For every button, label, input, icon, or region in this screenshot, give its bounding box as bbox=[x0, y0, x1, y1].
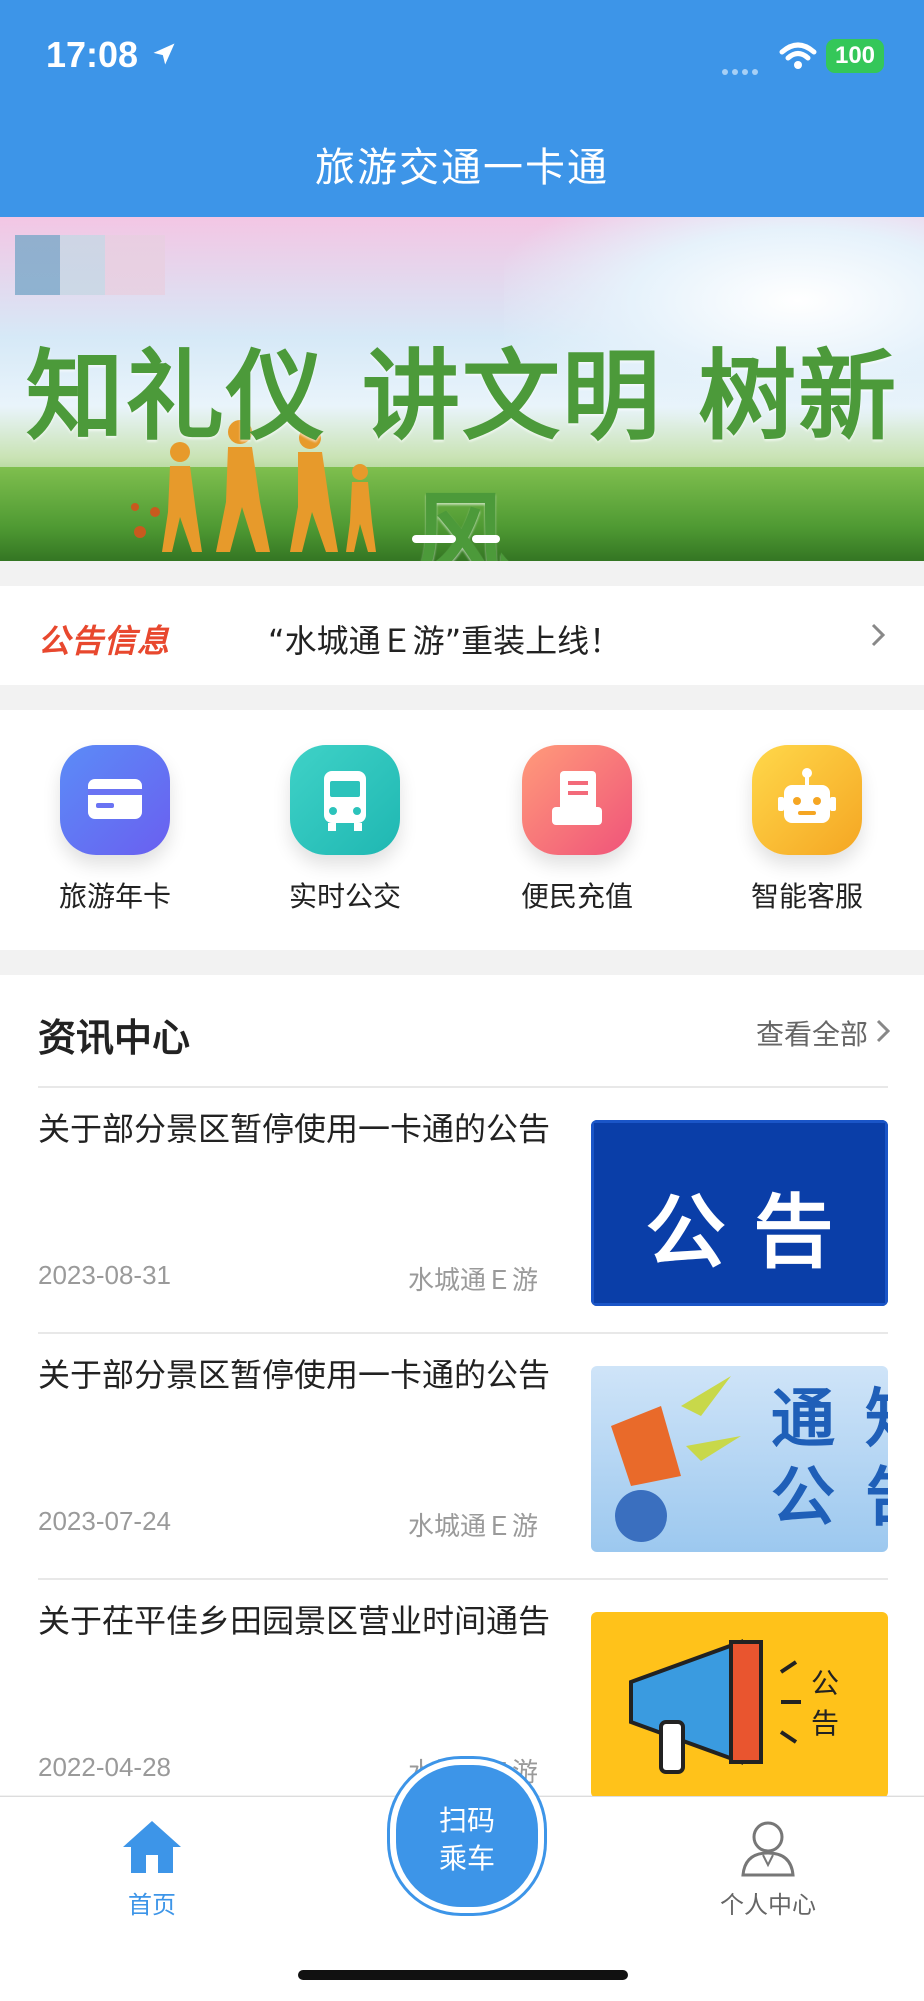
news-item-date: 2022-04-28 bbox=[38, 1752, 171, 1782]
quick-action-label: 便民充值 bbox=[520, 880, 633, 913]
quick-actions: 旅游年卡 实时公交 便民充值 智能客服 bbox=[0, 710, 924, 950]
banner-dot-active[interactable] bbox=[412, 535, 456, 543]
tab-home[interactable]: 首页 bbox=[72, 1817, 232, 1920]
news-item-thumbnail: 公 告 bbox=[591, 1612, 888, 1798]
scan-button-label-2: 乘车 bbox=[438, 1842, 495, 1875]
promo-banner[interactable]: 知礼仪 讲文明 树新风 bbox=[0, 217, 924, 561]
bus-icon bbox=[290, 745, 400, 855]
news-item-thumbnail: 公 告 bbox=[591, 1120, 888, 1306]
scan-to-ride-button[interactable]: 扫码 乘车 bbox=[390, 1759, 544, 1913]
news-item-date: 2023-08-31 bbox=[38, 1260, 171, 1290]
news-item-title: 关于部分景区暂停使用一卡通的公告 bbox=[38, 1356, 551, 1394]
thumbnail-text-bottom: 公告 bbox=[771, 1461, 888, 1535]
banner-slogan: 知礼仪 讲文明 树新风 bbox=[25, 339, 899, 561]
news-section-title: 资讯中心 bbox=[38, 1016, 191, 1060]
notice-tag: 公告信息 bbox=[38, 622, 171, 660]
news-item[interactable]: 关于部分景区暂停使用一卡通的公告 2023-07-24 水城通Ｅ游 通知 公告 bbox=[38, 1334, 888, 1580]
app-header: 17:08 100 旅游交通一卡通 bbox=[0, 0, 924, 217]
megaphone-icon bbox=[629, 1639, 801, 1774]
cellular-signal-icon bbox=[722, 60, 762, 79]
news-center: 资讯中心 查看全部 关于部分景区暂停使用一卡通的公告 2023-08-31 水城… bbox=[0, 975, 924, 1798]
recharge-icon bbox=[522, 745, 632, 855]
chevron-right-icon bbox=[871, 623, 886, 647]
news-item-source: 水城通Ｅ游 bbox=[408, 1266, 539, 1296]
notice-bar[interactable]: 公告信息 “水城通Ｅ游”重装上线！ bbox=[0, 586, 924, 685]
quick-action-label: 旅游年卡 bbox=[58, 880, 171, 913]
quick-action-recharge[interactable]: 便民充值 bbox=[482, 745, 672, 915]
location-arrow-icon bbox=[153, 43, 175, 65]
wifi-icon bbox=[779, 42, 817, 69]
tab-label: 个人中心 bbox=[720, 1891, 816, 1919]
banner-dot[interactable] bbox=[472, 535, 500, 543]
home-indicator bbox=[298, 1970, 628, 1980]
card-icon bbox=[60, 745, 170, 855]
tab-profile[interactable]: 个人中心 bbox=[688, 1817, 848, 1920]
view-all-link[interactable]: 查看全部 bbox=[756, 1013, 868, 1053]
page-title: 旅游交通一卡通 bbox=[315, 145, 609, 191]
thumbnail-text: 公 告 bbox=[645, 1186, 834, 1279]
user-icon bbox=[741, 1821, 795, 1877]
news-item-source: 水城通Ｅ游 bbox=[408, 1512, 539, 1542]
status-time: 17:08 bbox=[46, 34, 139, 75]
thumbnail-text-top: 通知 bbox=[771, 1383, 888, 1457]
home-icon bbox=[123, 1821, 181, 1873]
thumbnail-text-top: 公 bbox=[811, 1667, 840, 1700]
banner-pagination bbox=[412, 528, 516, 547]
news-item[interactable]: 关于部分景区暂停使用一卡通的公告 2023-08-31 水城通Ｅ游 公 告 bbox=[38, 1088, 888, 1334]
news-item-title: 关于茌平佳乡田园景区营业时间通告 bbox=[38, 1602, 551, 1640]
quick-action-label: 实时公交 bbox=[288, 880, 401, 913]
battery-indicator: 100 bbox=[826, 39, 884, 73]
quick-action-annual-card[interactable]: 旅游年卡 bbox=[20, 745, 210, 915]
quick-action-label: 智能客服 bbox=[750, 880, 863, 913]
news-item-date: 2023-07-24 bbox=[38, 1506, 171, 1536]
notice-text: “水城通Ｅ游”重装上线！ bbox=[268, 622, 622, 660]
tab-label: 首页 bbox=[128, 1891, 176, 1919]
news-item-thumbnail: 通知 公告 bbox=[591, 1366, 888, 1552]
thumbnail-text-bottom: 告 bbox=[811, 1707, 840, 1740]
chevron-right-icon bbox=[876, 1019, 890, 1043]
robot-icon bbox=[752, 745, 862, 855]
quick-action-customer-service[interactable]: 智能客服 bbox=[712, 745, 902, 915]
quick-action-realtime-bus[interactable]: 实时公交 bbox=[250, 745, 440, 915]
scan-button-label-1: 扫码 bbox=[438, 1804, 495, 1837]
news-item-title: 关于部分景区暂停使用一卡通的公告 bbox=[38, 1110, 551, 1148]
banner-logo bbox=[15, 235, 165, 295]
